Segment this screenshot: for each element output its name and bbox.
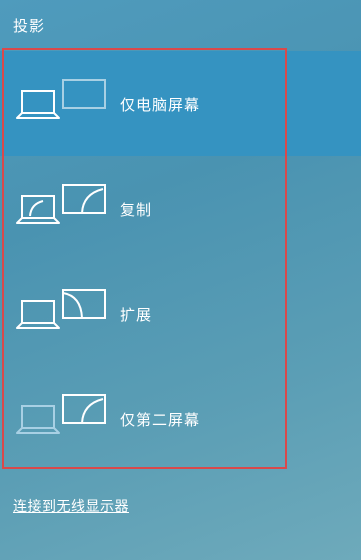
option-label: 仅电脑屏幕	[120, 96, 201, 114]
second-screen-only-icon	[16, 394, 106, 434]
panel-title: 投影	[13, 17, 46, 35]
option-extend[interactable]: 扩展	[0, 261, 361, 366]
option-label: 复制	[120, 201, 153, 219]
option-label: 扩展	[120, 306, 153, 324]
extend-icon	[16, 289, 106, 329]
option-duplicate[interactable]: 复制	[0, 156, 361, 261]
pc-screen-only-icon	[16, 79, 106, 119]
duplicate-icon	[16, 184, 106, 224]
connect-wireless-display-link[interactable]: 连接到无线显示器	[13, 496, 129, 516]
projection-options: 仅电脑屏幕 复制 扩展 仅第二屏幕	[0, 51, 361, 471]
option-pc-screen-only[interactable]: 仅电脑屏幕	[0, 51, 361, 156]
option-label: 仅第二屏幕	[120, 411, 201, 429]
option-second-screen-only[interactable]: 仅第二屏幕	[0, 366, 361, 471]
